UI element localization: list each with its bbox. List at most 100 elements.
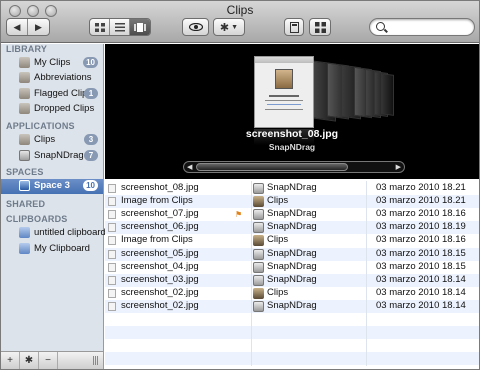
clip-app: SnapNDrag — [267, 247, 317, 259]
add-button[interactable]: + — [1, 352, 20, 369]
clip-name: screenshot_07.jpg — [121, 208, 199, 220]
clip-date: 03 marzo 2010 18.16 — [376, 208, 466, 220]
coverflow-view-icon — [134, 22, 146, 32]
grid-view-button[interactable] — [90, 19, 110, 35]
coverflow-thumbnail[interactable] — [381, 73, 394, 116]
window-title: Clips — [226, 3, 254, 17]
count-badge: 3 — [84, 134, 98, 145]
table-row[interactable]: screenshot_02.jpg Clips 03 marzo 2010 18.1… — [105, 287, 479, 300]
search-icon — [376, 22, 385, 31]
clip-app: Clips — [267, 234, 289, 246]
table-row[interactable]: screenshot_02.jpg SnapNDrag 03 marzo 2010 … — [105, 299, 479, 313]
table-row[interactable]: screenshot_06.jpg SnapNDrag 03 marzo 2010 … — [105, 221, 479, 235]
forward-button[interactable]: ▶ — [28, 19, 49, 35]
clipboard-icon — [19, 227, 30, 238]
count-badge: 10 — [83, 180, 98, 191]
sidebar-item-dropped-clips[interactable]: Dropped Clips — [1, 102, 103, 116]
quick-look-button[interactable] — [182, 18, 209, 36]
sidebar-item-label: My Clips — [34, 57, 71, 68]
clip-app: Clips — [267, 195, 289, 207]
table-row[interactable]: screenshot_08.jpg SnapNDrag 03 marzo 2010 … — [105, 182, 479, 195]
clip-name: screenshot_02.jpg — [121, 299, 199, 311]
forward-arrow-icon: ▶ — [35, 21, 42, 32]
minus-icon: − — [45, 355, 51, 366]
scroll-right-icon[interactable]: ▶ — [396, 163, 401, 171]
empty-row — [105, 326, 479, 340]
sidebar-item-my-clips[interactable]: My Clips 10 — [1, 56, 103, 70]
sidebar-item-label: My Clipboard — [34, 243, 90, 254]
clips-app-icon — [275, 69, 293, 89]
sidebar-item-untitled-clipboard[interactable]: untitled clipboard — [1, 226, 106, 240]
empty-row — [105, 313, 479, 326]
column-divider — [366, 181, 367, 366]
sidebar-item-abbreviations[interactable]: Abbreviations — [1, 71, 103, 85]
clip-date: 03 marzo 2010 18.15 — [376, 247, 466, 259]
file-icon — [108, 223, 116, 233]
panel-icon — [289, 21, 299, 33]
back-arrow-icon: ◀ — [13, 21, 21, 32]
view-mode-control — [89, 18, 151, 36]
snapndrag-app-icon — [253, 183, 264, 194]
snapndrag-app-icon — [253, 209, 264, 221]
action-menu-button[interactable]: ✱ ▼ — [213, 18, 245, 36]
table-row[interactable]: Image from Clips Clips 03 marzo 2010 18.21 — [105, 195, 479, 209]
sidebar-item-clips-app[interactable]: Clips 3 — [1, 133, 103, 147]
snapndrag-app-icon — [253, 274, 264, 286]
flag-icon[interactable]: ⚑ — [235, 210, 242, 219]
file-icon — [108, 210, 116, 220]
clip-name: screenshot_08.jpg — [121, 182, 199, 193]
clip-name: screenshot_04.jpg — [121, 260, 199, 272]
file-icon — [108, 249, 116, 259]
section-library-header: LIBRARY — [6, 44, 48, 54]
remove-button[interactable]: − — [39, 352, 58, 369]
search-input[interactable] — [388, 20, 470, 34]
section-applications-header: APPLICATIONS — [6, 121, 75, 131]
clip-app: SnapNDrag — [267, 299, 317, 311]
arrange-button[interactable] — [309, 18, 331, 36]
coverflow-scrollbar[interactable]: ◀ ▶ — [183, 161, 405, 173]
sidebar-item-snapndrag[interactable]: SnapNDrag 7 — [1, 149, 103, 163]
table-row[interactable]: screenshot_04.jpg SnapNDrag 03 marzo 2010 … — [105, 261, 479, 274]
clips-app-icon — [253, 196, 264, 208]
empty-row — [105, 352, 479, 366]
snapndrag-app-icon — [253, 300, 264, 312]
clip-app: SnapNDrag — [267, 260, 317, 272]
coverflow-selected-app: SnapNDrag — [268, 142, 316, 152]
file-icon — [108, 184, 116, 193]
coverflow-view-button[interactable] — [130, 19, 150, 35]
sidebar-item-space-3[interactable]: Space 3 10 — [1, 179, 103, 194]
back-button[interactable]: ◀ — [7, 19, 28, 35]
clip-app: SnapNDrag — [267, 221, 317, 233]
clips-window: Clips ◀ ▶ ✱ ▼ LIBRARY My Clips 10 Abbrev… — [0, 0, 480, 370]
plus-icon: + — [7, 355, 13, 366]
table-row[interactable]: screenshot_07.jpg ⚑ SnapNDrag 03 marzo 2010… — [105, 208, 479, 221]
sidebar-item-flagged-clips[interactable]: Flagged Clips 1 — [1, 87, 103, 101]
table-row[interactable]: Image from Clips Clips 03 marzo 2010 18.16 — [105, 234, 479, 247]
coverflow-view[interactable] — [105, 44, 479, 179]
section-clipboards-header: CLIPBOARDS — [6, 214, 68, 224]
sidebar-footer: + ✱ − — [1, 351, 104, 369]
scroll-left-icon[interactable]: ◀ — [187, 163, 192, 171]
eye-icon — [188, 23, 203, 31]
sidebar-item-label: Abbreviations — [34, 72, 92, 83]
clipboard-panel-button[interactable] — [284, 18, 304, 36]
file-icon — [108, 275, 116, 285]
sidebar-item-my-clipboard[interactable]: My Clipboard — [1, 242, 103, 256]
file-icon — [108, 288, 116, 298]
table-row[interactable]: screenshot_05.jpg SnapNDrag 03 marzo 2010 … — [105, 247, 479, 261]
clip-date: 03 marzo 2010 18.16 — [376, 234, 466, 246]
clip-name: Image from Clips — [121, 234, 193, 246]
table-row[interactable]: screenshot_03.jpg SnapNDrag 03 marzo 2010 … — [105, 273, 479, 287]
sidebar-action-button[interactable]: ✱ — [20, 352, 39, 369]
coverflow-selected-preview[interactable] — [254, 56, 314, 128]
sidebar-item-label: untitled clipboard — [34, 227, 106, 238]
section-spaces-header: SPACES — [6, 167, 44, 177]
list-view-button[interactable] — [110, 19, 130, 35]
search-field[interactable] — [369, 18, 475, 36]
count-badge: 10 — [83, 57, 98, 68]
resize-grip-icon[interactable] — [93, 356, 99, 365]
file-icon — [108, 197, 116, 207]
snapndrag-app-icon — [253, 248, 264, 260]
coverflow-scroll-thumb[interactable] — [196, 163, 348, 171]
count-badge: 1 — [84, 88, 98, 99]
